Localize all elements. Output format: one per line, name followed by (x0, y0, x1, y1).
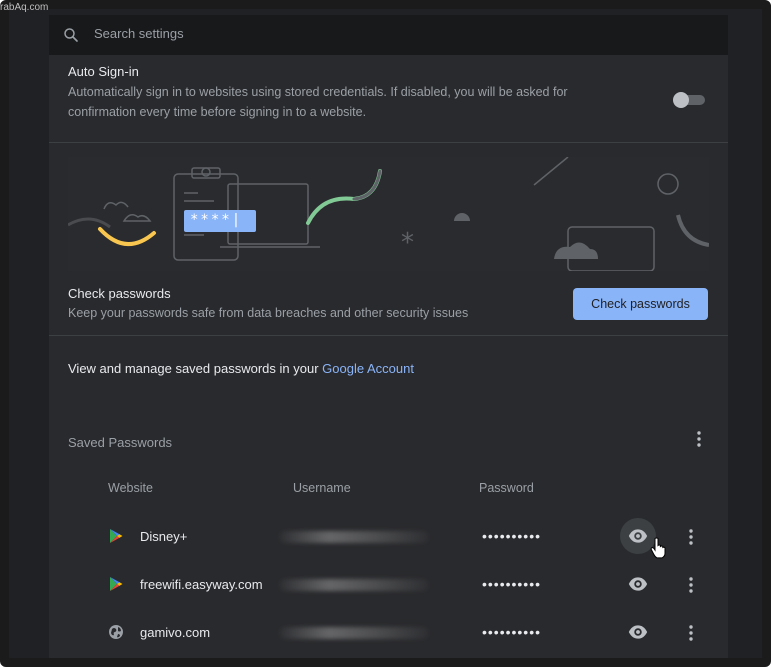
search-bar[interactable]: Search settings (49, 15, 728, 55)
watermark: rabAq.com (0, 2, 49, 13)
auto-signin-toggle[interactable] (673, 92, 705, 108)
eye-icon (628, 625, 648, 639)
username-blurred (279, 531, 429, 543)
check-passwords-illustration: * ****| (67, 156, 710, 272)
hand-cursor-icon (650, 537, 666, 559)
auto-signin-title: Auto Sign-in (68, 64, 139, 79)
column-header-username: Username (293, 481, 351, 495)
check-passwords-description: Keep your passwords safe from data breac… (68, 306, 469, 320)
row-menu-icon[interactable] (681, 623, 701, 643)
username-blurred (279, 627, 429, 639)
password-field-text: ****| (190, 212, 243, 228)
auto-signin-description-line1: Automatically sign in to websites using … (68, 85, 568, 99)
manage-passwords-text: View and manage saved passwords in your … (68, 361, 414, 376)
auto-signin-description-line2: confirmation every time before signing i… (68, 105, 367, 119)
svg-text:*: * (401, 228, 414, 258)
column-header-password: Password (479, 481, 534, 495)
row-menu-icon[interactable] (681, 527, 701, 547)
site-name[interactable]: Disney+ (140, 529, 187, 544)
password-mask: •••••••••• (482, 576, 542, 592)
username-blurred (279, 579, 429, 591)
column-header-website: Website (108, 481, 153, 495)
toggle-knob (673, 92, 689, 108)
eye-icon (628, 577, 648, 591)
row-menu-icon[interactable] (681, 575, 701, 595)
play-store-icon (110, 577, 123, 591)
divider (49, 335, 728, 336)
google-account-link[interactable]: Google Account (322, 361, 414, 376)
password-mask: •••••••••• (482, 624, 542, 640)
saved-passwords-title: Saved Passwords (68, 435, 173, 450)
saved-passwords-menu-icon[interactable] (689, 429, 709, 449)
check-passwords-button[interactable]: Check passwords (573, 288, 708, 320)
password-mask: •••••••••• (482, 528, 542, 544)
divider (49, 142, 728, 143)
search-icon (64, 28, 78, 42)
settings-window: Search settings Auto Sign-in Automatical… (0, 0, 771, 667)
site-name[interactable]: freewifi.easyway.com (140, 577, 263, 592)
show-password-button[interactable] (620, 614, 656, 650)
play-store-icon (110, 529, 123, 543)
site-name[interactable]: gamivo.com (140, 625, 210, 640)
globe-icon (109, 625, 123, 639)
passwords-card: Auto Sign-in Automatically sign in to we… (49, 55, 728, 658)
check-passwords-title: Check passwords (68, 286, 171, 301)
eye-icon (628, 529, 648, 543)
show-password-button[interactable] (620, 566, 656, 602)
manage-text: View and manage saved passwords in your (68, 361, 323, 376)
search-input[interactable]: Search settings (94, 26, 184, 41)
